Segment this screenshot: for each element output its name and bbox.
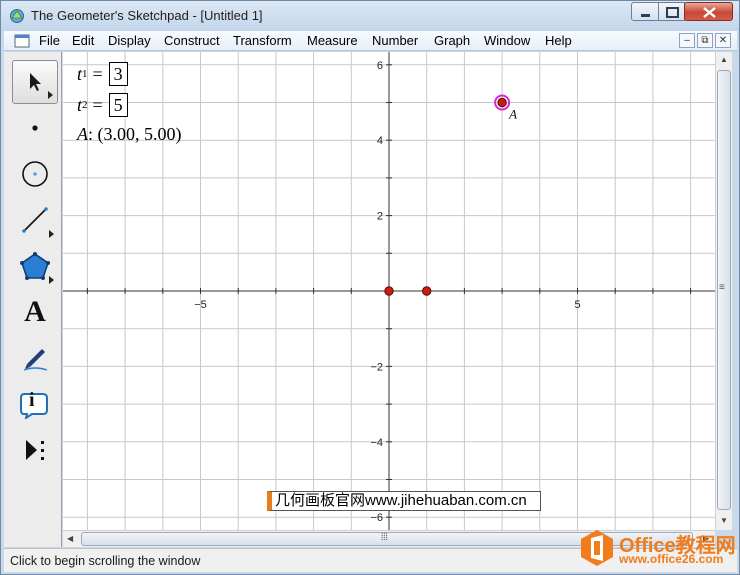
menu-construct[interactable]: Construct [164, 33, 220, 48]
circle-icon [22, 161, 48, 187]
logo-url: www.office26.com [619, 552, 724, 566]
menu-window[interactable]: Window [484, 33, 530, 48]
menu-number[interactable]: Number [372, 33, 418, 48]
menu-graph[interactable]: Graph [434, 33, 470, 48]
compass-tool[interactable] [12, 152, 58, 196]
equals-sign: = [92, 63, 103, 84]
y-tick-label: 4 [377, 135, 383, 147]
doc-minimize-button[interactable]: – [679, 33, 695, 48]
close-icon [703, 7, 716, 18]
doc-close-button[interactable]: ✕ [715, 33, 731, 48]
parameter-t1[interactable]: t1 = 3 [77, 62, 128, 86]
office-logo-icon [581, 530, 613, 566]
watermark-banner: 几何画板官网www.jihehuaban.com.cn [267, 491, 541, 511]
app-window: The Geometer's Sketchpad - [Untitled 1] … [0, 0, 740, 575]
parameter-value[interactable]: 3 [108, 62, 128, 86]
pentagon-icon [20, 252, 50, 280]
minimize-button[interactable] [631, 2, 659, 21]
graph-point [422, 286, 432, 296]
menu-display[interactable]: Display [108, 33, 151, 48]
y-tick-label: −2 [370, 361, 383, 373]
coordinate-measurement[interactable]: A: (3.00, 5.00) [77, 124, 182, 145]
y-tick-label: 6 [377, 60, 383, 72]
title-bar: The Geometer's Sketchpad - [Untitled 1] [1, 1, 739, 31]
y-tick-label: 2 [377, 211, 383, 223]
scroll-grip-icon: ≡ [719, 282, 725, 293]
submenu-arrow-icon [49, 230, 54, 238]
polygon-tool[interactable] [12, 244, 58, 288]
point-label: A [508, 107, 517, 122]
x-tick-label: −5 [194, 299, 207, 311]
information-tool[interactable]: i [12, 382, 58, 426]
scroll-left-icon[interactable]: ◀ [67, 534, 73, 543]
sketchpad-app-icon [10, 9, 24, 23]
info-icon [20, 393, 48, 419]
pen-icon [23, 349, 48, 371]
graph-point [384, 286, 394, 296]
graph-point [497, 97, 507, 108]
sketch-canvas[interactable]: −5 5 6 4 2 −2 −4 −6 A t1 = 3 t2 = 5 A: (3.00, 5.… [63, 52, 715, 530]
dot-icon [32, 125, 38, 131]
info-letter: i [29, 389, 35, 411]
marker-tool[interactable] [12, 336, 58, 380]
minimize-icon [641, 14, 650, 17]
measurement-value: : (3.00, 5.00) [88, 124, 182, 144]
play-dots-icon [26, 440, 44, 460]
custom-tool[interactable] [12, 428, 58, 472]
close-button[interactable] [684, 2, 733, 21]
parameter-subscript: 1 [82, 68, 88, 80]
parameter-t2[interactable]: t2 = 5 [77, 93, 128, 117]
equals-sign: = [92, 94, 103, 115]
toolbox: A i [4, 52, 62, 547]
line-segment-icon [22, 207, 48, 233]
point-tool[interactable] [12, 106, 58, 150]
measurement-label: A [77, 124, 88, 144]
menu-file[interactable]: File [39, 33, 60, 48]
doc-restore-button[interactable]: ⧉ [697, 33, 713, 48]
scroll-down-icon[interactable]: ▼ [720, 516, 728, 525]
maximize-icon [666, 7, 679, 18]
parameter-value[interactable]: 5 [108, 93, 128, 117]
menu-help[interactable]: Help [545, 33, 572, 48]
arrow-pointer-icon [30, 73, 41, 91]
scroll-up-icon[interactable]: ▲ [720, 55, 728, 64]
y-tick-label: −4 [370, 437, 383, 449]
maximize-button[interactable] [658, 2, 685, 21]
parameter-subscript: 2 [82, 99, 88, 111]
window-title: The Geometer's Sketchpad - [Untitled 1] [31, 8, 263, 23]
y-tick-label: −6 [370, 512, 383, 524]
vertical-scrollbar[interactable]: ▲ ≡ ▼ [715, 52, 732, 530]
document-icon[interactable] [14, 34, 30, 48]
submenu-arrow-icon [48, 91, 53, 99]
menu-measure[interactable]: Measure [307, 33, 358, 48]
x-tick-label: 5 [574, 299, 580, 311]
submenu-arrow-icon [49, 276, 54, 284]
arrow-tool[interactable] [12, 60, 58, 104]
menu-bar: File Edit Display Construct Transform Me… [4, 31, 737, 51]
scroll-grip-icon: ⦙⦙⦙ [381, 532, 388, 543]
text-tool[interactable]: A [12, 290, 58, 334]
straightedge-tool[interactable] [12, 198, 58, 242]
menu-edit[interactable]: Edit [72, 33, 94, 48]
menu-transform[interactable]: Transform [233, 33, 292, 48]
letter-a-icon: A [24, 295, 46, 328]
office-logo: Office教程网 www.office26.com [577, 526, 737, 570]
status-text: Click to begin scrolling the window [10, 554, 201, 568]
